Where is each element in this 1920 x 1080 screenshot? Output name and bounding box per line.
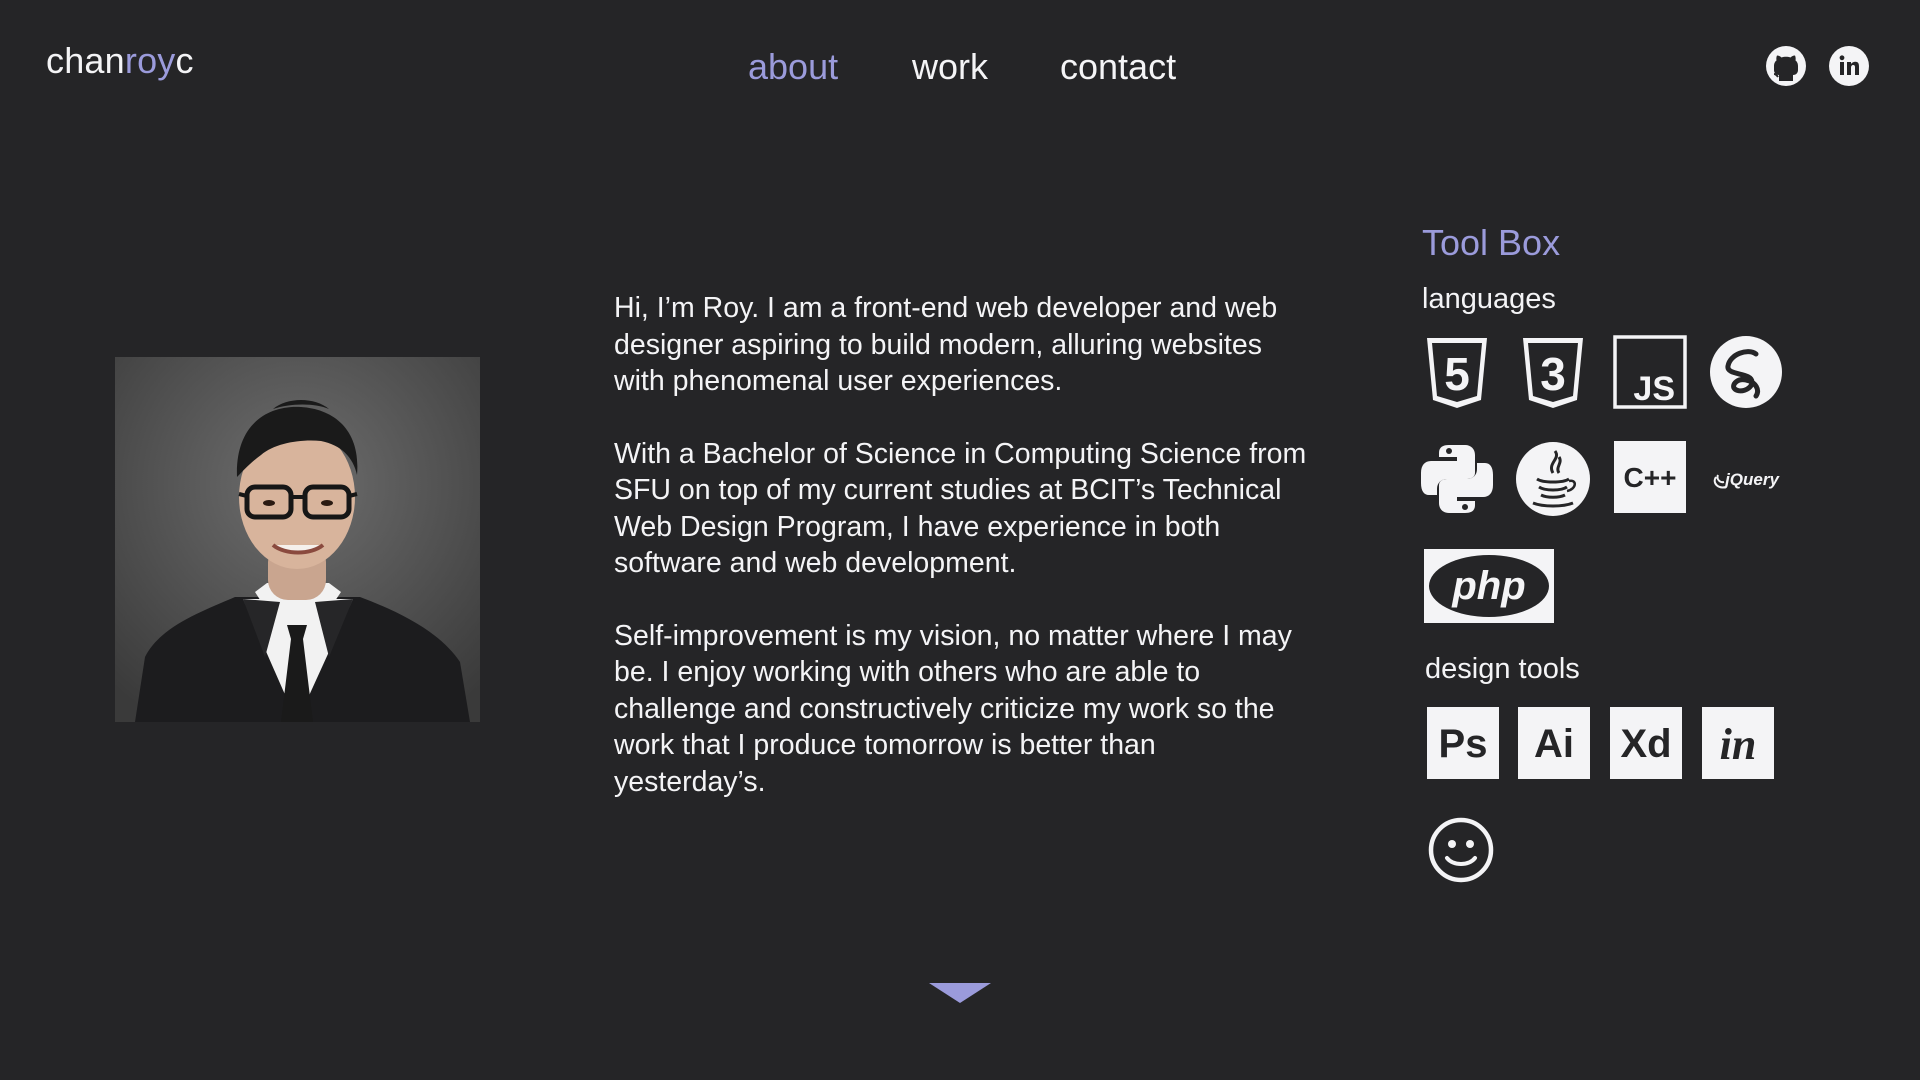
design-tools-heading: design tools — [1425, 653, 1580, 685]
xd-icon: Xd — [1610, 707, 1682, 779]
bio-paragraph: Self-improvement is my vision, no matter… — [614, 619, 1292, 798]
html5-label: 5 — [1444, 348, 1470, 400]
php-icon: php — [1424, 549, 1554, 623]
javascript-label: JS — [1633, 370, 1675, 408]
about-bio: Hi, I’m Roy. I am a front-end web develo… — [614, 290, 1314, 836]
github-icon[interactable] — [1764, 44, 1808, 88]
profile-photo — [115, 357, 480, 722]
illustrator-icon: Ai — [1518, 707, 1590, 779]
photoshop-icon: Ps — [1427, 707, 1499, 779]
jquery-icon: jQuery — [1708, 441, 1784, 517]
languages-heading: languages — [1422, 283, 1556, 315]
bio-paragraph: With a Bachelor of Science in Computing … — [614, 437, 1307, 580]
css3-icon: 3 — [1515, 334, 1591, 410]
jquery-label: jQuery — [1723, 470, 1780, 489]
javascript-icon: JS — [1612, 334, 1688, 410]
balsamiq-icon — [1425, 814, 1497, 886]
invision-icon: in — [1702, 707, 1774, 779]
main-nav: about work contact — [0, 46, 1920, 106]
xd-label: Xd — [1620, 722, 1671, 766]
cplusplus-icon: C++ — [1614, 441, 1686, 513]
illustrator-label: Ai — [1534, 722, 1574, 766]
bio-paragraph: Hi, I’m Roy. I am a front-end web develo… — [614, 292, 1278, 397]
nav-about[interactable]: about — [748, 46, 838, 88]
invision-label: in — [1720, 720, 1757, 769]
css3-label: 3 — [1540, 348, 1566, 400]
linkedin-icon[interactable] — [1827, 44, 1871, 88]
python-icon — [1419, 441, 1495, 517]
java-icon — [1515, 441, 1591, 517]
photoshop-label: Ps — [1439, 722, 1488, 766]
html5-icon: 5 — [1419, 334, 1495, 410]
php-label: php — [1451, 564, 1525, 608]
toolbox-title: Tool Box — [1422, 222, 1561, 263]
sass-icon — [1708, 334, 1784, 410]
cplusplus-label: C++ — [1624, 462, 1677, 493]
chevron-down-icon[interactable] — [929, 983, 991, 1003]
nav-contact[interactable]: contact — [1060, 46, 1176, 88]
nav-work[interactable]: work — [912, 46, 988, 88]
